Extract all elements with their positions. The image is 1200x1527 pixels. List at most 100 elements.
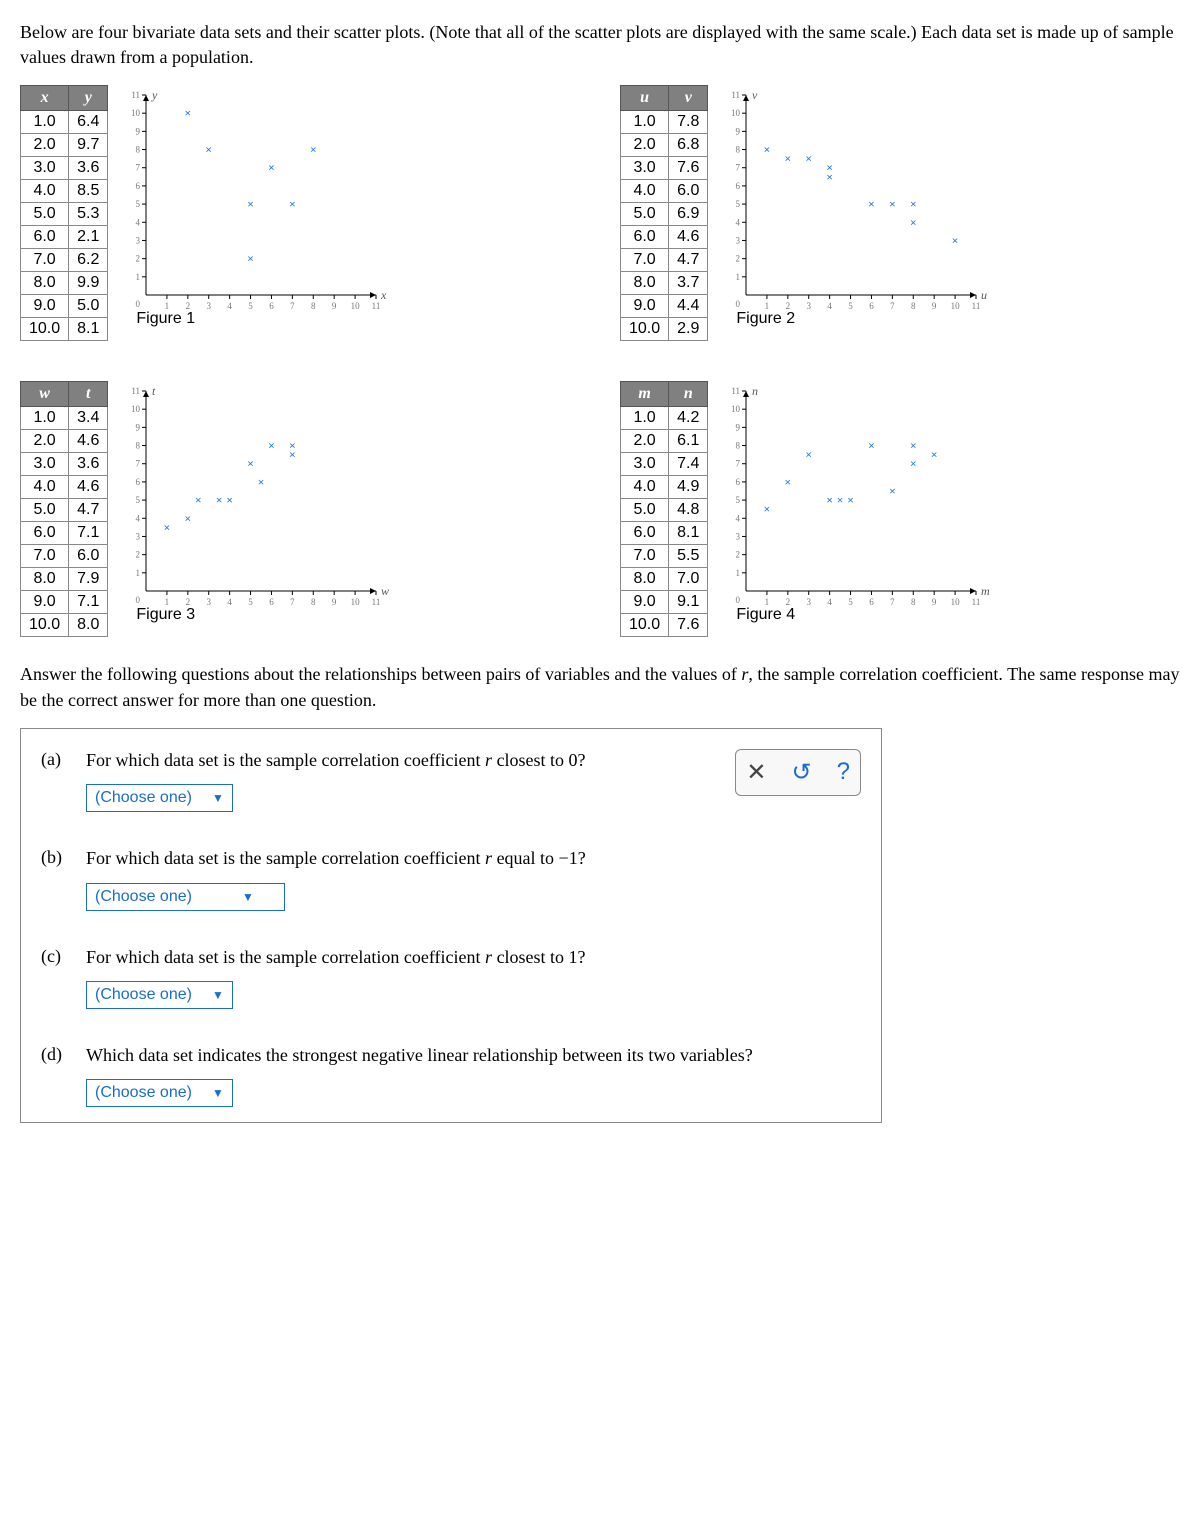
svg-text:3: 3: [736, 532, 741, 542]
svg-text:10: 10: [131, 405, 141, 415]
svg-text:2: 2: [736, 550, 741, 560]
svg-text:×: ×: [827, 493, 834, 507]
svg-text:×: ×: [185, 107, 192, 121]
svg-text:×: ×: [764, 143, 771, 157]
data-panel-1: xy1.06.42.09.73.03.64.08.55.05.36.02.17.…: [20, 85, 580, 341]
svg-text:×: ×: [868, 197, 875, 211]
data-panel-4: mn1.04.22.06.13.07.44.04.95.04.86.08.17.…: [620, 381, 1180, 637]
svg-text:8: 8: [736, 441, 741, 451]
question-label: (b): [41, 847, 71, 868]
svg-text:×: ×: [289, 439, 296, 453]
table-row: 2.06.1: [621, 430, 708, 453]
svg-text:6: 6: [136, 181, 141, 191]
dropdown-placeholder: (Choose one): [95, 1084, 192, 1102]
svg-text:7: 7: [136, 459, 141, 469]
question-text: Which data set indicates the strongest n…: [86, 1044, 861, 1067]
panels-container: xy1.06.42.09.73.03.64.08.55.05.36.02.17.…: [20, 85, 1180, 637]
table-row: 6.07.1: [21, 522, 108, 545]
svg-text:×: ×: [889, 484, 896, 498]
question-d: (d) Which data set indicates the stronge…: [41, 1044, 861, 1112]
table-row: 3.07.6: [621, 157, 708, 180]
table-row: 3.03.6: [21, 157, 108, 180]
svg-text:9: 9: [736, 423, 741, 433]
svg-text:×: ×: [195, 493, 202, 507]
svg-text:5: 5: [736, 199, 741, 209]
svg-text:v: v: [752, 88, 758, 102]
svg-text:×: ×: [806, 448, 813, 462]
help-icon[interactable]: ?: [837, 758, 850, 786]
svg-text:×: ×: [785, 152, 792, 166]
svg-text:4: 4: [736, 514, 741, 524]
figure-label: Figure 2: [736, 310, 996, 328]
table-row: 5.04.7: [21, 499, 108, 522]
svg-text:8: 8: [736, 145, 741, 155]
svg-text:7: 7: [736, 459, 741, 469]
table-row: 2.04.6: [21, 430, 108, 453]
svg-text:3: 3: [736, 236, 741, 246]
figure-label: Figure 4: [736, 606, 996, 624]
scatter-plot-2: 112233445566778899101011110uv××××××××××: [716, 85, 996, 315]
svg-text:×: ×: [289, 197, 296, 211]
table-row: 1.03.4: [21, 407, 108, 430]
svg-text:6: 6: [736, 181, 741, 191]
svg-text:x: x: [380, 288, 387, 302]
svg-text:×: ×: [206, 143, 213, 157]
svg-text:3: 3: [136, 532, 141, 542]
table-row: 7.06.0: [21, 545, 108, 568]
dropdown-c[interactable]: (Choose one) ▼: [86, 981, 233, 1009]
svg-text:11: 11: [132, 386, 141, 396]
svg-text:2: 2: [136, 254, 141, 264]
svg-text:1: 1: [136, 272, 141, 282]
data-table-2: uv1.07.82.06.83.07.64.06.05.06.96.04.67.…: [620, 85, 708, 341]
svg-text:×: ×: [248, 197, 255, 211]
svg-text:w: w: [381, 584, 389, 598]
table-row: 2.06.8: [621, 134, 708, 157]
svg-text:11: 11: [732, 386, 741, 396]
svg-text:×: ×: [268, 439, 275, 453]
svg-text:×: ×: [889, 197, 896, 211]
svg-text:×: ×: [848, 493, 855, 507]
scatter-plot-1: 112233445566778899101011110xy×××××××: [116, 85, 396, 315]
svg-text:×: ×: [910, 197, 917, 211]
data-table-3: wt1.03.42.04.63.03.64.04.65.04.76.07.17.…: [20, 381, 108, 637]
svg-text:4: 4: [136, 218, 141, 228]
svg-text:5: 5: [136, 199, 141, 209]
data-panel-3: w t 1.03.42.04.63.03.64.04.65.04.76.07.17.…: [20, 381, 580, 637]
svg-text:8: 8: [136, 145, 141, 155]
svg-text:×: ×: [827, 161, 834, 175]
svg-text:1: 1: [736, 568, 741, 578]
table-row: 4.04.6: [21, 476, 108, 499]
dropdown-placeholder: (Choose one): [95, 986, 192, 1004]
question-a: (a) For which data set is the sample cor…: [41, 749, 735, 837]
table-row: 3.03.6: [21, 453, 108, 476]
table-row: 4.08.5: [21, 180, 108, 203]
figure-label: Figure 1: [136, 310, 396, 328]
table-row: 10.07.6: [621, 614, 708, 637]
dropdown-d[interactable]: (Choose one) ▼: [86, 1079, 233, 1107]
table-row: 8.07.0: [621, 568, 708, 591]
data-panel-2: uv1.07.82.06.83.07.64.06.05.06.96.04.67.…: [620, 85, 1180, 341]
svg-text:n: n: [752, 384, 758, 398]
table-row: 10.08.0: [21, 614, 108, 637]
svg-text:9: 9: [136, 127, 141, 137]
table-row: 8.03.7: [621, 272, 708, 295]
svg-text:9: 9: [736, 127, 741, 137]
question-label: (d): [41, 1044, 71, 1065]
table-row: 2.09.7: [21, 134, 108, 157]
table-row: 8.09.9: [21, 272, 108, 295]
svg-text:10: 10: [731, 405, 741, 415]
svg-text:2: 2: [136, 550, 141, 560]
dropdown-a[interactable]: (Choose one) ▼: [86, 784, 233, 812]
question-label: (a): [41, 749, 71, 770]
data-table-1: xy1.06.42.09.73.03.64.08.55.05.36.02.17.…: [20, 85, 108, 341]
table-row: 8.07.9: [21, 568, 108, 591]
svg-text:10: 10: [731, 109, 741, 119]
clear-icon[interactable]: ✕: [746, 758, 766, 787]
table-row: 1.04.2: [621, 407, 708, 430]
table-row: 7.06.2: [21, 249, 108, 272]
svg-text:t: t: [152, 384, 156, 398]
reset-icon[interactable]: ↺: [792, 758, 812, 787]
svg-text:3: 3: [136, 236, 141, 246]
dropdown-b[interactable]: (Choose one) ▼: [86, 883, 285, 911]
svg-text:5: 5: [136, 495, 141, 505]
